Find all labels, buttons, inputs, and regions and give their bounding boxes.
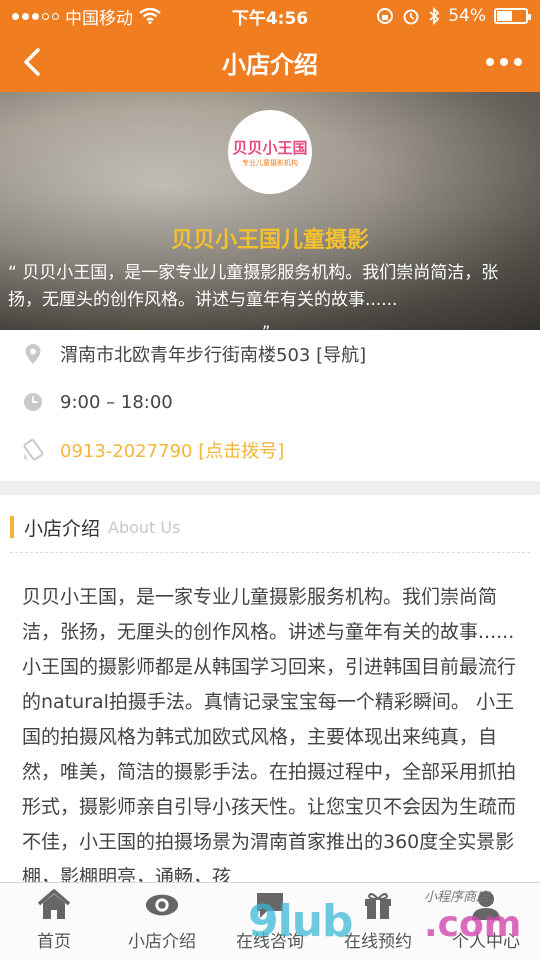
alarm-icon xyxy=(403,9,419,25)
address-row[interactable]: 渭南市北欧青年步行街南楼503 [导航] xyxy=(0,330,540,378)
shop-description: “ 贝贝小王国，是一家专业儿童摄影服务机构。我们崇尚简洁，张扬，无厘头的创作风格… xyxy=(8,263,499,310)
status-bar: 中国移动 下午4:56 54% xyxy=(0,0,540,32)
tab-label: 小店介绍 xyxy=(128,932,196,952)
shop-info-list: 渭南市北欧青年步行街南楼503 [导航] 9:00 – 18:00 0913-2… xyxy=(0,330,540,474)
nav-bar: 小店介绍 xyxy=(0,32,540,92)
page-title: 小店介绍 xyxy=(222,50,318,79)
logo-subtext: 专业儿童摄影机构 xyxy=(242,158,298,167)
more-button[interactable] xyxy=(482,46,526,78)
shop-banner: 贝贝小王国 专业儿童摄影机构 贝贝小王国儿童摄影 “ 贝贝小王国，是一家专业儿童… xyxy=(0,92,540,330)
home-icon xyxy=(36,887,72,923)
chevron-left-icon xyxy=(24,48,40,76)
rotation-lock-icon xyxy=(377,8,394,24)
tab-label: 个人中心 xyxy=(452,932,520,952)
about-text: 贝贝小王国，是一家专业儿童摄影服务机构。我们崇尚简洁，张扬，无厘头的创作风格。讲… xyxy=(22,586,517,888)
tab-home[interactable]: 首页 xyxy=(0,883,108,960)
tab-label: 在线预约 xyxy=(344,932,412,952)
about-subtitle: About Us xyxy=(108,517,181,537)
section-divider xyxy=(0,481,540,495)
status-left: 中国移动 xyxy=(12,4,161,29)
battery-icon xyxy=(494,8,531,24)
wifi-icon xyxy=(139,8,161,24)
gift-icon xyxy=(360,887,396,923)
battery-fill xyxy=(497,11,513,21)
address-text: 渭南市北欧青年步行街南楼503 [导航] xyxy=(60,345,367,366)
tab-shop-intro[interactable]: 小店介绍 xyxy=(108,883,216,960)
hours-text: 9:00 – 18:00 xyxy=(60,391,173,413)
tab-profile[interactable]: 个人中心 xyxy=(432,883,540,960)
tab-online-booking[interactable]: 在线预约 xyxy=(324,883,432,960)
tab-bar: 首页 小店介绍 在线咨询 在线预约 个人中心 xyxy=(0,882,540,960)
shop-name: 贝贝小王国儿童摄影 xyxy=(170,228,369,253)
chat-icon xyxy=(252,887,288,923)
status-right: 54% xyxy=(376,6,531,26)
tab-online-chat[interactable]: 在线咨询 xyxy=(216,883,324,960)
shop-logo: 贝贝小王国 专业儿童摄影机构 xyxy=(228,110,312,194)
about-title: 小店介绍 xyxy=(24,517,101,540)
location-icon xyxy=(22,343,44,365)
more-dots-icon xyxy=(486,58,494,66)
back-button[interactable] xyxy=(12,42,52,82)
eye-icon xyxy=(144,887,180,923)
carrier-label: 中国移动 xyxy=(65,8,133,29)
logo-text: 贝贝小王国 xyxy=(232,138,308,157)
bluetooth-icon xyxy=(429,7,440,25)
clock-icon xyxy=(22,391,44,413)
tab-label: 在线咨询 xyxy=(236,932,304,952)
phone-row[interactable]: 0913-2027790 [点击拨号] xyxy=(0,426,540,474)
tab-label: 首页 xyxy=(37,932,71,952)
about-dashed-line xyxy=(10,552,530,553)
signal-icon xyxy=(12,12,59,20)
about-accent-bar xyxy=(10,516,14,538)
status-time: 下午4:56 xyxy=(231,8,309,29)
battery-percent: 54% xyxy=(448,6,486,26)
hours-row: 9:00 – 18:00 xyxy=(0,378,540,426)
phone-icon xyxy=(22,439,44,461)
about-header: 小店介绍 About Us xyxy=(0,508,540,546)
phone-text: 0913-2027790 [点击拨号] xyxy=(60,441,285,462)
user-icon xyxy=(468,887,504,923)
